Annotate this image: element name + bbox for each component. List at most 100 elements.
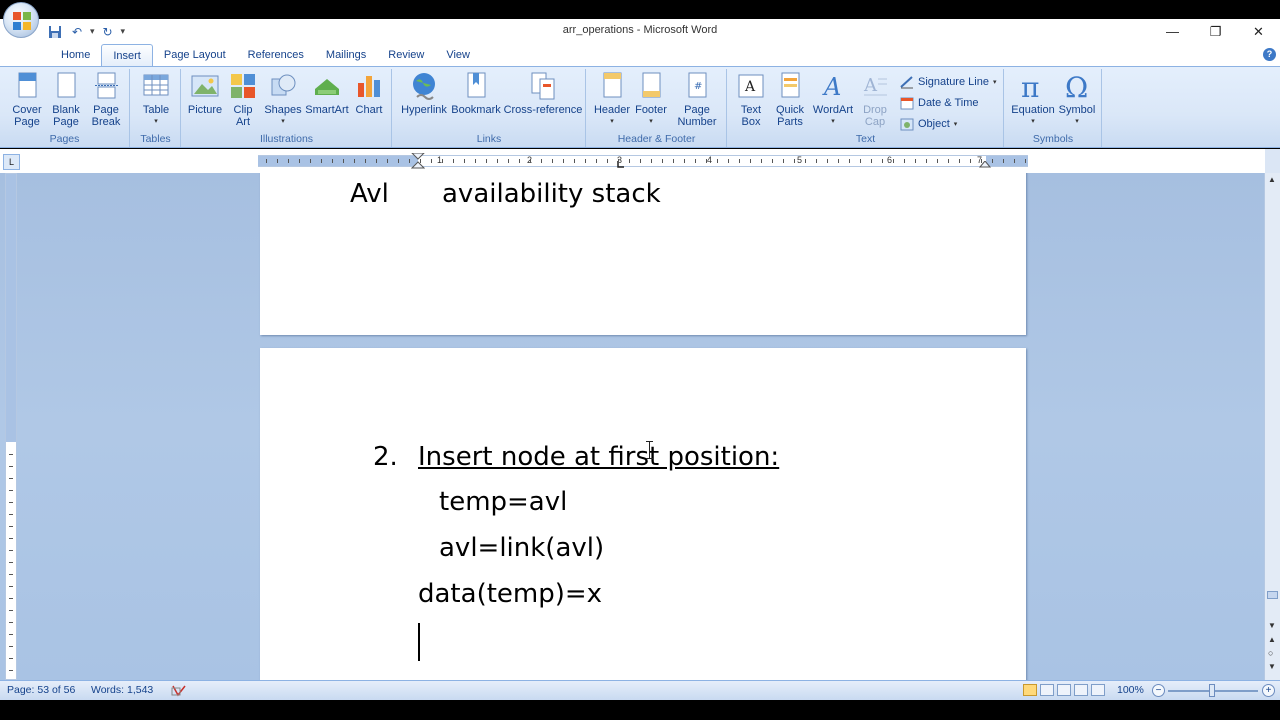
indent-marker-icon[interactable] <box>411 153 425 169</box>
cover-page-button[interactable]: Cover Page <box>8 71 46 128</box>
tab-insert[interactable]: Insert <box>101 44 153 67</box>
ruler-tick <box>420 159 421 163</box>
drop-cap-button[interactable]: A Drop Cap <box>856 71 894 128</box>
scroll-up-icon[interactable]: ▲ <box>1268 175 1276 184</box>
date-time-label: Date & Time <box>918 97 979 109</box>
tab-review[interactable]: Review <box>377 44 435 66</box>
shapes-button[interactable]: Shapes ▾ <box>262 71 304 128</box>
help-icon[interactable]: ? <box>1263 48 1276 61</box>
doc-line-temp-avl[interactable]: temp=avl <box>439 487 567 517</box>
zoom-in-icon[interactable]: + <box>1262 684 1275 697</box>
doc-heading-insert-node[interactable]: Insert node at first position: <box>418 442 779 472</box>
ribbon: Cover Page Blank Page Page Break Pages T… <box>0 66 1280 148</box>
signature-line-button[interactable]: Signature Line ▾ <box>900 73 996 91</box>
equation-button[interactable]: π Equation ▾ <box>1009 71 1057 128</box>
hyperlink-button[interactable]: Hyperlink <box>399 71 449 116</box>
zoom-level[interactable]: 100% <box>1117 684 1144 696</box>
proofing-icon[interactable] <box>171 684 187 700</box>
tab-page-layout[interactable]: Page Layout <box>153 44 237 66</box>
date-time-button[interactable]: Date & Time <box>900 94 979 112</box>
vertical-scrollbar[interactable]: ▲ ▼ ▲ ○ ▼ <box>1264 173 1280 680</box>
vertical-ruler-tick <box>9 502 13 503</box>
smartart-label: SmartArt <box>305 104 349 116</box>
office-button[interactable] <box>3 2 39 38</box>
wordart-button[interactable]: A WordArt ▾ <box>810 71 856 128</box>
footer-button[interactable]: Footer ▾ <box>631 71 671 128</box>
bookmark-icon <box>461 71 491 101</box>
vertical-ruler-tick <box>9 490 13 491</box>
scrollbar-thumb[interactable] <box>1267 591 1278 599</box>
doc-text-availability-stack[interactable]: availability stack <box>442 179 661 209</box>
equation-icon: π <box>1018 71 1048 104</box>
bottom-black-bar <box>0 700 1280 720</box>
word-count[interactable]: Words: 1,543 <box>91 684 153 696</box>
page-number-button[interactable]: # Page Number <box>673 71 721 128</box>
clip-art-button[interactable]: Clip Art <box>228 71 258 128</box>
tab-selector-button[interactable]: L <box>3 154 20 170</box>
tab-mailings[interactable]: Mailings <box>315 44 377 66</box>
select-browse-object-icon[interactable]: ○ <box>1268 648 1273 658</box>
print-layout-view-icon[interactable] <box>1023 684 1037 696</box>
text-box-button[interactable]: A Text Box <box>732 71 770 128</box>
ruler-tick <box>783 159 784 163</box>
previous-page-icon[interactable]: ▲ <box>1268 635 1276 644</box>
view-ruler-toggle[interactable] <box>1265 149 1280 173</box>
picture-icon <box>190 71 220 101</box>
window-title: arr_operations - Microsoft Word <box>562 24 718 36</box>
table-button[interactable]: Table ▾ <box>138 71 174 128</box>
page-break-button[interactable]: Page Break <box>88 71 124 128</box>
outline-view-icon[interactable] <box>1074 684 1088 696</box>
page-indicator[interactable]: Page: 53 of 56 <box>7 684 75 696</box>
doc-line-avl-link[interactable]: avl=link(avl) <box>439 533 604 563</box>
bookmark-button[interactable]: Bookmark <box>451 71 501 116</box>
next-page-icon[interactable]: ▼ <box>1268 662 1276 671</box>
zoom-slider-thumb[interactable] <box>1209 684 1215 697</box>
picture-button[interactable]: Picture <box>186 71 224 116</box>
document-area[interactable]: Avl availability stack 2. Insert node at… <box>0 173 1264 680</box>
table-dropdown-icon: ▾ <box>154 118 158 125</box>
ruler-tick <box>673 159 674 163</box>
ruler-tick <box>310 159 311 163</box>
tab-view[interactable]: View <box>435 44 481 66</box>
ruler-tick <box>1003 159 1004 163</box>
header-button[interactable]: Header ▾ <box>591 71 633 128</box>
draft-view-icon[interactable] <box>1091 684 1105 696</box>
ruler-tick <box>508 159 509 163</box>
restore-icon[interactable]: ❐ <box>1194 19 1237 44</box>
vertical-ruler-tick <box>9 538 13 539</box>
group-text: A Text Box Quick Parts A WordArt ▾ A Dro… <box>728 69 1004 147</box>
scroll-down-icon[interactable]: ▼ <box>1268 621 1276 630</box>
signature-line-icon <box>900 75 914 89</box>
close-icon[interactable]: ✕ <box>1237 19 1280 44</box>
full-screen-reading-view-icon[interactable] <box>1040 684 1054 696</box>
horizontal-ruler[interactable]: 1 2 3 4 5 6 7 <box>258 153 1028 169</box>
vertical-ruler-tick <box>9 670 13 671</box>
symbol-button[interactable]: Ω Symbol ▾ <box>1057 71 1097 128</box>
blank-page-button[interactable]: Blank Page <box>48 71 84 128</box>
web-layout-view-icon[interactable] <box>1057 684 1071 696</box>
doc-line-data-temp[interactable]: data(temp)=x <box>418 579 602 609</box>
cross-reference-icon <box>528 71 558 101</box>
object-button[interactable]: Object ▾ <box>900 115 957 133</box>
zoom-out-icon[interactable]: − <box>1152 684 1165 697</box>
list-number[interactable]: 2. <box>373 442 398 472</box>
tab-home[interactable]: Home <box>50 44 101 66</box>
ruler-tick <box>519 159 520 163</box>
document-page-53[interactable]: Avl availability stack <box>260 173 1026 335</box>
vertical-ruler-tick <box>9 466 13 467</box>
document-page-54[interactable]: 2. Insert node at first position: temp=a… <box>260 348 1026 680</box>
picture-label: Picture <box>187 104 223 116</box>
shapes-dropdown-icon: ▾ <box>281 118 285 125</box>
chart-button[interactable]: Chart <box>350 71 388 116</box>
cross-reference-button[interactable]: Cross-reference <box>503 71 583 116</box>
date-time-icon <box>900 96 914 110</box>
tab-references[interactable]: References <box>237 44 315 66</box>
signature-line-dropdown-icon: ▾ <box>992 79 997 86</box>
doc-text-avl[interactable]: Avl <box>350 179 389 209</box>
smartart-button[interactable]: SmartArt <box>304 71 350 116</box>
quick-parts-button[interactable]: Quick Parts <box>770 71 810 128</box>
vertical-ruler[interactable] <box>5 173 17 680</box>
ruler-tick <box>486 159 487 163</box>
ruler-tick <box>937 159 938 163</box>
minimize-icon[interactable]: — <box>1151 19 1194 44</box>
